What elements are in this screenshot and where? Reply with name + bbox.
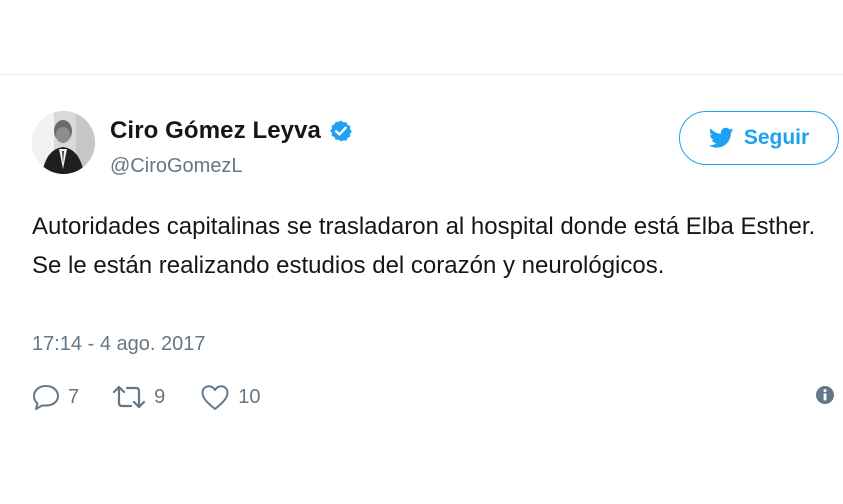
reply-icon — [33, 385, 59, 410]
reply-count: 7 — [68, 385, 80, 408]
like-count: 10 — [238, 385, 261, 408]
tweet-actions: 7 9 10 — [32, 382, 261, 412]
follow-button[interactable]: Seguir — [679, 111, 839, 165]
author-handle[interactable]: @CiroGomezL — [110, 155, 243, 178]
like-button[interactable]: 10 — [200, 384, 261, 411]
tweet-text: Autoridades capitalinas se trasladaron a… — [32, 213, 816, 279]
follow-button-label: Seguir — [743, 126, 810, 149]
author-name-row: Ciro Gómez Leyva — [110, 117, 353, 145]
retweet-count: 9 — [154, 385, 166, 408]
tweet-timestamp[interactable]: 17:14 - 4 ago. 2017 — [32, 333, 205, 356]
embedded-tweet: Ciro Gómez Leyva @CiroGomezL Seguir Auto… — [0, 75, 843, 504]
avatar[interactable] — [32, 111, 95, 174]
reply-button[interactable]: 7 — [32, 384, 79, 410]
retweet-icon — [113, 385, 146, 409]
user-avatar-icon — [32, 111, 95, 174]
info-icon[interactable] — [815, 385, 835, 405]
retweet-button[interactable]: 9 — [112, 384, 165, 410]
twitter-bird-icon — [708, 127, 734, 148]
author-display-name[interactable]: Ciro Gómez Leyva — [110, 117, 321, 145]
heart-icon — [201, 384, 229, 410]
verified-badge-icon — [330, 120, 352, 142]
